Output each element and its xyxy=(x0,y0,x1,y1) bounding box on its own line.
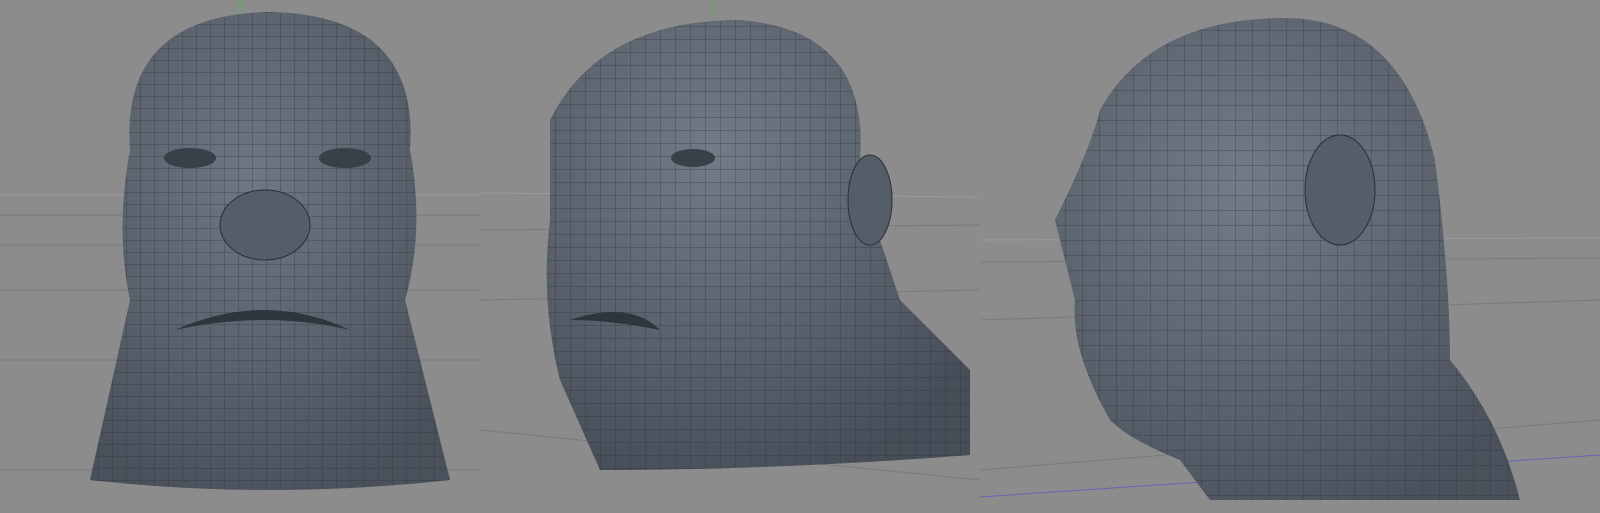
three-quarter-head-render xyxy=(480,0,980,513)
viewport-three-quarter[interactable] xyxy=(480,0,980,513)
viewport-strip xyxy=(0,0,1600,513)
side-head-render xyxy=(980,0,1600,513)
viewport-front[interactable] xyxy=(0,0,480,513)
front-head-render xyxy=(0,0,480,513)
viewport-side[interactable] xyxy=(980,0,1600,513)
